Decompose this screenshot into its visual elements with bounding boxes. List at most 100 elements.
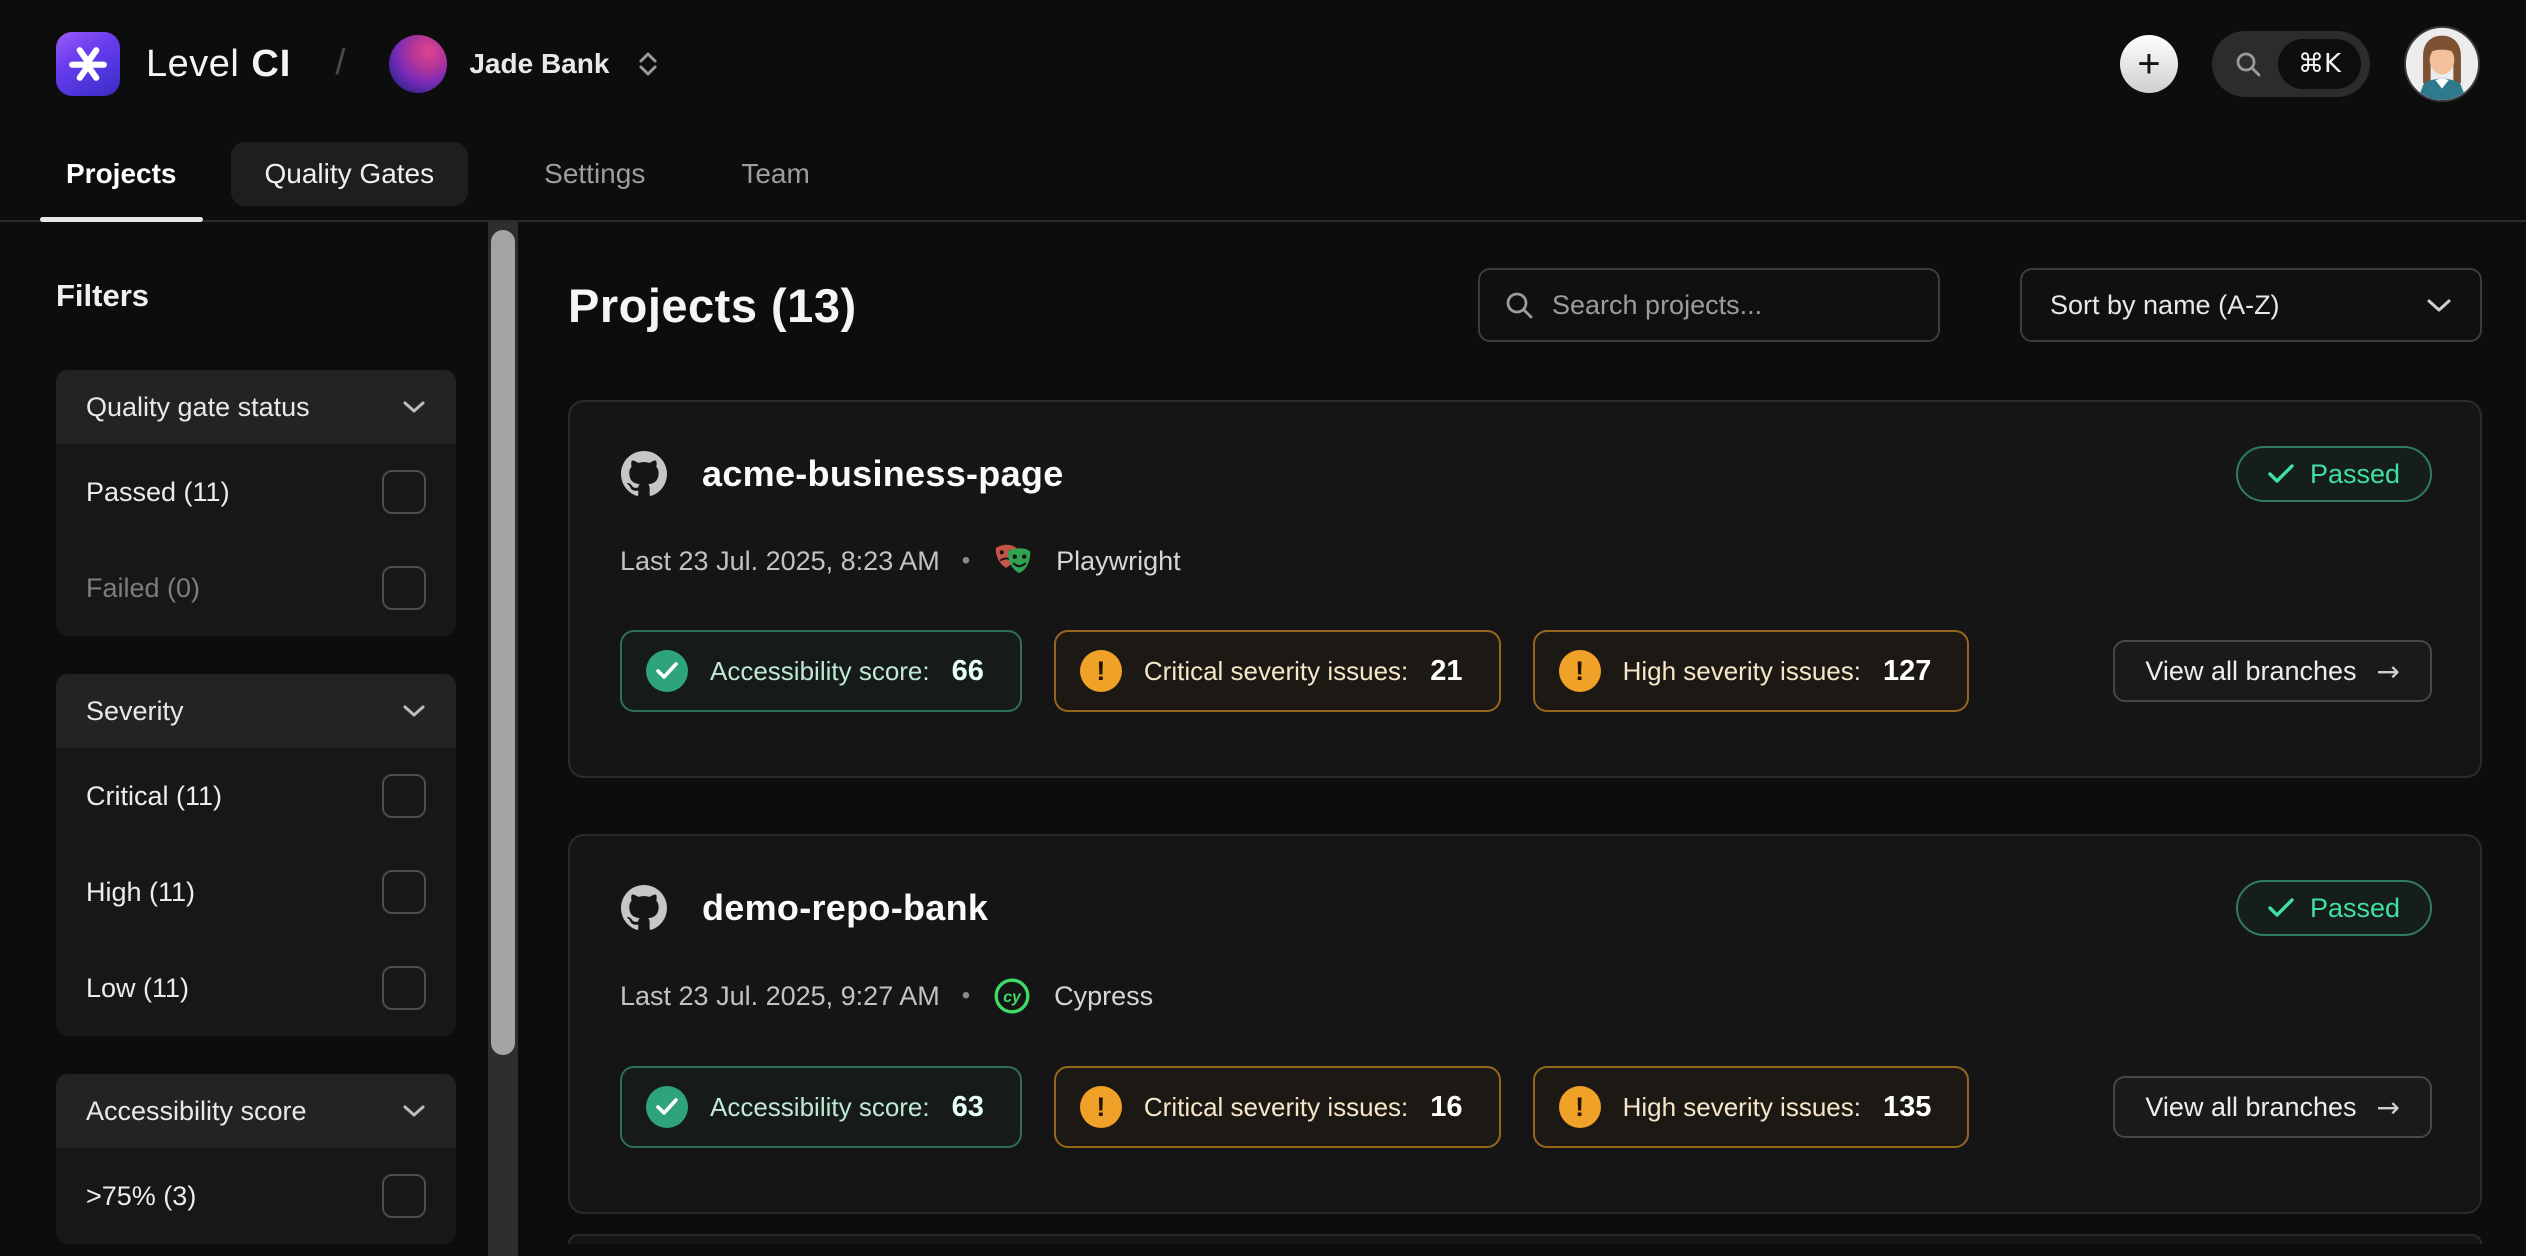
- status-badge: Passed: [2236, 446, 2432, 502]
- project-card-header: demo-repo-bank Passed: [620, 880, 2432, 936]
- runner-name: Cypress: [1054, 981, 1153, 1012]
- search-icon: [2234, 50, 2262, 78]
- accessibility-score-chip: Accessibility score: 63: [620, 1066, 1022, 1148]
- chevron-down-icon: [402, 1104, 426, 1118]
- checkbox-low[interactable]: [382, 966, 426, 1010]
- chevron-down-icon: [2426, 298, 2452, 313]
- content-header: Projects (13) Sort by name (A-Z): [568, 268, 2482, 342]
- asterisk-logo-icon: [66, 42, 110, 86]
- project-name[interactable]: acme-business-page: [702, 453, 1064, 495]
- org-switcher[interactable]: Jade Bank: [389, 35, 659, 93]
- stat-label: Accessibility score:: [710, 656, 930, 687]
- user-avatar[interactable]: [2404, 26, 2480, 102]
- filter-group-label: Severity: [86, 696, 184, 727]
- stat-value: 16: [1430, 1091, 1462, 1124]
- search-input[interactable]: [1552, 290, 1914, 321]
- stat-label: Critical severity issues:: [1144, 1092, 1408, 1123]
- checkbox-high[interactable]: [382, 870, 426, 914]
- filter-option-label: Failed (0): [86, 573, 200, 604]
- github-icon: [620, 450, 668, 498]
- filter-option-high[interactable]: High (11): [56, 844, 456, 940]
- project-name[interactable]: demo-repo-bank: [702, 887, 988, 929]
- status-badge: Passed: [2236, 880, 2432, 936]
- primary-nav: Projects Quality Gates Settings Team: [0, 128, 2526, 222]
- stat-label: Critical severity issues:: [1144, 656, 1408, 687]
- filter-group-label: Accessibility score: [86, 1096, 307, 1127]
- brand-suffix: CI: [251, 43, 291, 86]
- tab-quality-gates[interactable]: Quality Gates: [231, 142, 469, 206]
- view-all-branches-label: View all branches: [2145, 656, 2356, 687]
- stat-value: 135: [1883, 1091, 1931, 1124]
- page-body: Filters Quality gate status Passed (11) …: [0, 222, 2526, 1256]
- last-updated-text: Last 23 Jul. 2025, 9:27 AM: [620, 981, 940, 1012]
- checkbox-above-75[interactable]: [382, 1174, 426, 1218]
- filter-group-severity: Severity Critical (11) High (11) Low (11…: [56, 674, 456, 1036]
- project-card-partial: [568, 1234, 2482, 1244]
- tab-projects[interactable]: Projects: [40, 128, 203, 220]
- filter-option-critical[interactable]: Critical (11): [56, 748, 456, 844]
- filter-option-failed[interactable]: Failed (0): [56, 540, 456, 636]
- main-content: Projects (13) Sort by name (A-Z): [518, 222, 2526, 1256]
- sidebar-scrollbar-track[interactable]: [488, 222, 518, 1256]
- filter-option-label: Critical (11): [86, 781, 222, 812]
- runner-name: Playwright: [1056, 546, 1181, 577]
- filter-group-header[interactable]: Accessibility score: [56, 1074, 456, 1148]
- tab-team[interactable]: Team: [715, 128, 835, 220]
- tab-projects-label: Projects: [66, 158, 177, 190]
- sidebar-scrollbar-thumb[interactable]: [491, 230, 515, 1055]
- stat-value: 66: [952, 655, 984, 688]
- tab-team-label: Team: [741, 158, 809, 190]
- project-search[interactable]: [1478, 268, 1940, 342]
- chevron-up-down-icon: [637, 51, 659, 77]
- warning-circle-icon: !: [1559, 650, 1601, 692]
- brand-title: Level CI: [146, 43, 291, 86]
- filter-option-passed[interactable]: Passed (11): [56, 444, 456, 540]
- checkbox-passed[interactable]: [382, 470, 426, 514]
- filter-group-header[interactable]: Quality gate status: [56, 370, 456, 444]
- cypress-icon: cy: [992, 976, 1032, 1016]
- checkbox-critical[interactable]: [382, 774, 426, 818]
- top-bar-actions: + ⌘K: [2120, 26, 2480, 102]
- sort-dropdown[interactable]: Sort by name (A-Z): [2020, 268, 2482, 342]
- search-icon: [1504, 290, 1534, 320]
- plus-icon: +: [2137, 44, 2160, 84]
- filter-group-header[interactable]: Severity: [56, 674, 456, 748]
- status-label: Passed: [2310, 459, 2400, 490]
- filter-option-above-75[interactable]: >75% (3): [56, 1148, 456, 1244]
- breadcrumb-separator: /: [335, 41, 345, 83]
- sort-dropdown-value: Sort by name (A-Z): [2050, 290, 2280, 321]
- view-all-branches-button[interactable]: View all branches →: [2113, 1076, 2432, 1138]
- bullet-separator: •: [962, 982, 970, 1010]
- add-button[interactable]: +: [2120, 35, 2178, 93]
- filter-option-label: >75% (3): [86, 1181, 196, 1212]
- check-circle-icon: [646, 650, 688, 692]
- accessibility-score-chip: Accessibility score: 66: [620, 630, 1022, 712]
- stat-value: 21: [1430, 655, 1462, 688]
- filter-option-label: High (11): [86, 877, 195, 908]
- org-name: Jade Bank: [469, 48, 609, 80]
- checkbox-failed[interactable]: [382, 566, 426, 610]
- woman-avatar-illustration: [2406, 28, 2478, 100]
- high-issues-chip: ! High severity issues: 135: [1533, 1066, 1970, 1148]
- project-stats: Accessibility score: 66 ! Critical sever…: [620, 630, 2432, 712]
- view-all-branches-label: View all branches: [2145, 1092, 2356, 1123]
- playwright-masks-icon: [992, 542, 1034, 580]
- stat-label: Accessibility score:: [710, 1092, 930, 1123]
- filter-group-accessibility-score: Accessibility score >75% (3): [56, 1074, 456, 1244]
- chevron-down-icon: [402, 400, 426, 414]
- filter-group-quality-gate-status: Quality gate status Passed (11) Failed (…: [56, 370, 456, 636]
- project-meta: Last 23 Jul. 2025, 9:27 AM • cy Cypress: [620, 976, 2432, 1016]
- critical-issues-chip: ! Critical severity issues: 16: [1054, 1066, 1501, 1148]
- filters-title: Filters: [56, 278, 456, 314]
- tab-settings[interactable]: Settings: [518, 128, 671, 220]
- chevron-down-icon: [402, 704, 426, 718]
- app-logo[interactable]: [56, 32, 120, 96]
- warning-circle-icon: !: [1080, 650, 1122, 692]
- global-search-button[interactable]: ⌘K: [2212, 31, 2370, 97]
- filter-option-low[interactable]: Low (11): [56, 940, 456, 1036]
- warning-circle-icon: !: [1080, 1086, 1122, 1128]
- top-bar: Level CI / Jade Bank +: [0, 0, 2526, 128]
- view-all-branches-button[interactable]: View all branches →: [2113, 640, 2432, 702]
- stat-label: High severity issues:: [1623, 656, 1861, 687]
- status-label: Passed: [2310, 893, 2400, 924]
